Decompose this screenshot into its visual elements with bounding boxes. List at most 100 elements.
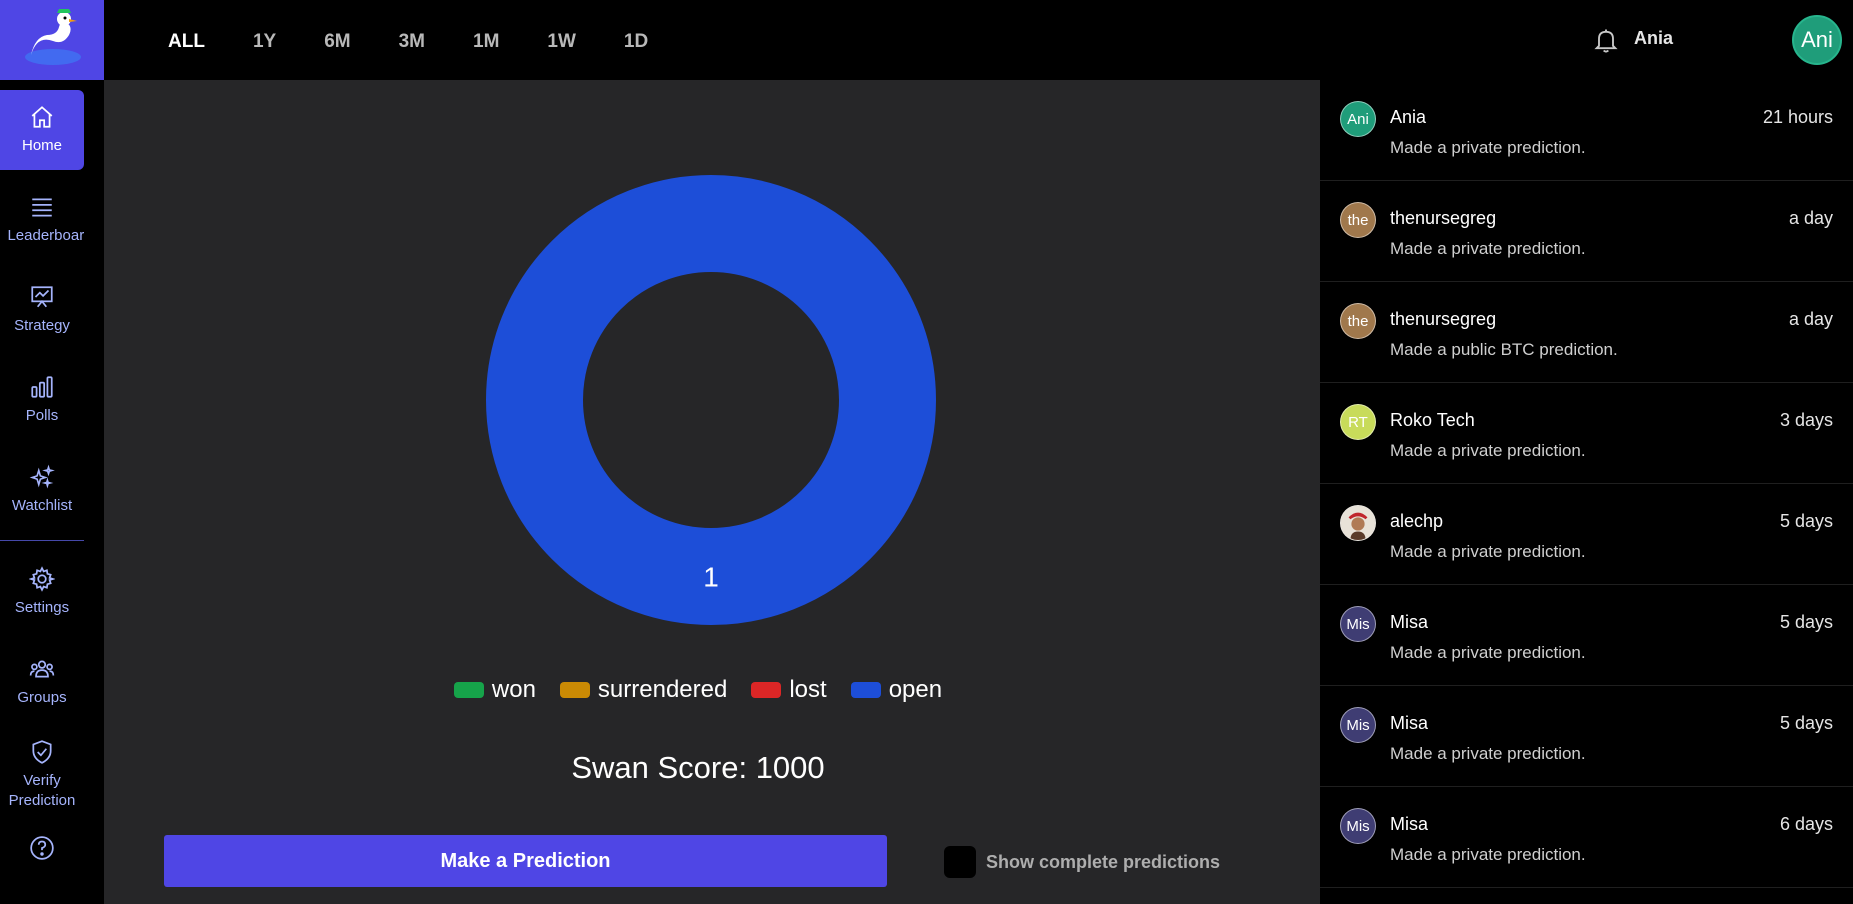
feed-avatar-initials: Mis — [1346, 615, 1370, 633]
legend-item-open[interactable]: open — [850, 676, 943, 704]
shield-check-icon — [32, 740, 52, 764]
feed-item[interactable]: Mis Misa 6 days Made a private prediction. — [1320, 787, 1853, 888]
feed-avatar-initials: Mis — [1346, 716, 1370, 734]
feed-timestamp: 5 days — [1779, 713, 1833, 733]
username: Ania — [1634, 28, 1674, 48]
show-complete-toggle[interactable]: Show complete predictions — [944, 846, 1220, 878]
sidebar-item-label: Strategy — [14, 317, 70, 334]
sidebar-item-home[interactable]: Home — [0, 90, 84, 170]
bell-icon[interactable] — [1592, 25, 1620, 55]
sidebar-item-label: Groups — [17, 689, 67, 706]
sidebar-item-label: Leaderboard — [7, 227, 84, 244]
users-icon — [29, 660, 55, 678]
feed-item[interactable]: Mis Misa 5 days Made a private prediction. — [1320, 686, 1853, 787]
list-icon — [32, 198, 52, 217]
feed-username[interactable]: alechp — [1390, 511, 1443, 532]
range-tab-1m[interactable]: 1M — [449, 0, 523, 84]
sidebar-item-label: Watchlist — [11, 497, 73, 514]
main-panel: 1 won surrendered lost open Swan Score: 100… — [104, 80, 1320, 904]
feed-avatar[interactable]: the — [1340, 303, 1376, 339]
sidebar: Home Leaderboard Strategy Polls Watchlis… — [0, 0, 104, 904]
feed-username[interactable]: Ania — [1390, 107, 1426, 128]
swan-score: Swan Score: 1000 — [571, 750, 825, 785]
feed-timestamp: 5 days — [1779, 511, 1833, 531]
feed-username[interactable]: Misa — [1390, 612, 1428, 633]
chart-board-icon — [31, 286, 53, 308]
time-range-tabs: ALL 1Y 6M 3M 1M 1W 1D — [162, 0, 672, 84]
sidebar-item-help[interactable] — [0, 830, 84, 866]
feed-timestamp: 3 days — [1779, 410, 1833, 430]
activity-feed: Ani Ania 21 hours Made a private prediction… — [1320, 80, 1853, 904]
feed-description: Made a private prediction. — [1390, 845, 1586, 864]
sidebar-item-label: Home — [21, 137, 62, 154]
feed-avatar[interactable] — [1340, 505, 1376, 541]
feed-username[interactable]: Roko Tech — [1390, 410, 1475, 431]
donut-slice-open[interactable] — [486, 175, 936, 625]
feed-avatar[interactable]: the — [1340, 202, 1376, 238]
top-bar: ALL 1Y 6M 3M 1M 1W 1D Ania Ani — [104, 0, 1853, 80]
feed-avatar-initials: the — [1347, 211, 1369, 229]
feed-username[interactable]: Misa — [1390, 713, 1428, 734]
sidebar-item-polls[interactable]: Polls — [0, 360, 84, 440]
feed-description: Made a private prediction. — [1390, 441, 1586, 460]
feed-item[interactable]: the thenursegreg a day Made a public BTC pr… — [1320, 282, 1853, 383]
feed-username[interactable]: thenursegreg — [1390, 208, 1496, 229]
donut-data-label: 1 — [703, 562, 719, 593]
feed-item[interactable]: alechp 5 days Made a private prediction. — [1320, 484, 1853, 585]
feed-avatar-initials: Mis — [1346, 817, 1370, 835]
legend-label: open — [888, 676, 943, 703]
gear-icon — [29, 566, 55, 592]
range-tab-3m[interactable]: 3M — [375, 0, 449, 84]
feed-timestamp: a day — [1788, 309, 1833, 329]
range-tab-1y[interactable]: 1Y — [229, 0, 300, 84]
feed-avatar[interactable]: RT — [1340, 404, 1376, 440]
sidebar-item-leaderboard[interactable]: Leaderboard — [0, 180, 84, 260]
sidebar-item-settings[interactable]: Settings — [0, 552, 84, 632]
range-tab-6m[interactable]: 6M — [300, 0, 374, 84]
feed-item[interactable]: the thenursegreg a day Made a private predi… — [1320, 181, 1853, 282]
bar-chart-icon — [31, 376, 53, 398]
swan-logo-icon — [25, 9, 81, 65]
feed-avatar[interactable]: Mis — [1340, 707, 1376, 743]
feed-avatar-initials: the — [1347, 312, 1369, 330]
show-complete-checkbox[interactable] — [944, 846, 976, 878]
avatar-photo-icon — [1341, 506, 1375, 540]
legend-item-won[interactable]: won — [453, 676, 536, 704]
show-complete-label: Show complete predictions — [986, 851, 1221, 872]
feed-item[interactable]: Ani Ania 21 hours Made a private prediction… — [1320, 80, 1853, 181]
chart-legend: won surrendered lost open — [90, 676, 1306, 704]
feed-username[interactable]: Misa — [1390, 814, 1428, 835]
range-tab-1w[interactable]: 1W — [523, 0, 600, 84]
user-avatar[interactable]: Ani — [1792, 15, 1842, 65]
swan-logo[interactable] — [0, 0, 104, 80]
range-tab-all[interactable]: ALL — [162, 0, 229, 84]
feed-item[interactable]: RT Roko Tech 3 days Made a private predicti… — [1320, 383, 1853, 484]
legend-label: lost — [789, 676, 827, 703]
feed-item[interactable]: Mis Misa 5 days Made a private prediction. — [1320, 585, 1853, 686]
make-prediction-button[interactable]: Make a Prediction — [164, 835, 887, 887]
feed-description: Made a private prediction. — [1390, 542, 1586, 561]
sidebar-item-groups[interactable]: Groups — [0, 642, 84, 722]
home-icon — [31, 106, 53, 128]
legend-item-surrendered[interactable]: surrendered — [559, 676, 728, 704]
feed-username[interactable]: thenursegreg — [1390, 309, 1496, 330]
feed-avatar[interactable]: Mis — [1340, 606, 1376, 642]
feed-timestamp: 21 hours — [1762, 107, 1833, 127]
legend-label: surrendered — [597, 676, 728, 703]
sidebar-item-watchlist[interactable]: Watchlist — [0, 450, 84, 530]
legend-label: won — [491, 676, 536, 703]
feed-description: Made a private prediction. — [1390, 138, 1586, 157]
feed-timestamp: 5 days — [1779, 612, 1833, 632]
sidebar-item-verify-prediction[interactable]: Verify Prediction — [0, 730, 84, 820]
legend-swatch — [559, 682, 590, 698]
predictions-donut-chart: 1 — [486, 175, 936, 625]
legend-swatch — [751, 682, 782, 698]
feed-avatar[interactable]: Mis — [1340, 808, 1376, 844]
range-tab-1d[interactable]: 1D — [600, 0, 672, 84]
feed-avatar-initials: Ani — [1347, 110, 1369, 128]
feed-timestamp: 6 days — [1779, 814, 1833, 834]
sidebar-item-strategy[interactable]: Strategy — [0, 270, 84, 350]
sidebar-item-label: Settings — [14, 599, 70, 616]
legend-item-lost[interactable]: lost — [751, 676, 827, 704]
feed-avatar[interactable]: Ani — [1340, 101, 1376, 137]
